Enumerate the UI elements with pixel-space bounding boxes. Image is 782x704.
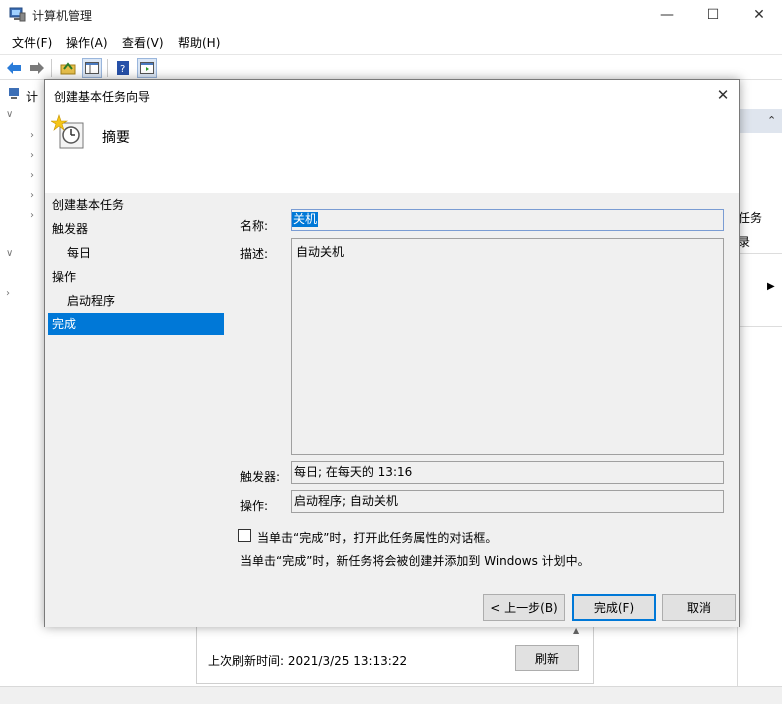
chevron-right-icon[interactable]: › xyxy=(30,210,34,221)
close-button[interactable]: ✕ xyxy=(736,0,782,30)
trigger-field: 每日; 在每天的 13:16 xyxy=(291,461,724,484)
action-field: 启动程序; 自动关机 xyxy=(291,490,724,513)
chevron-down-icon[interactable]: ∨ xyxy=(6,109,13,120)
name-field[interactable]: 关机 xyxy=(291,209,724,231)
create-basic-task-wizard: 创建基本任务向导 ✕ 摘要 创建基本任务 触发器 每日 操作 启动程序 完成 名… xyxy=(44,79,740,627)
title-bar: 计算机管理 — ☐ ✕ xyxy=(0,0,782,30)
toolbar: ? xyxy=(0,54,782,80)
dialog-close-button[interactable]: ✕ xyxy=(707,80,739,110)
console-tree-icon xyxy=(85,62,99,74)
chevron-right-icon[interactable]: › xyxy=(6,288,10,299)
close-icon: ✕ xyxy=(716,86,730,104)
chevron-right-icon[interactable]: › xyxy=(30,190,34,201)
wizard-heading: 摘要 xyxy=(102,130,130,146)
divider xyxy=(738,326,782,327)
step-start-program: 启动程序 xyxy=(67,294,116,308)
folder-up-icon xyxy=(60,62,76,75)
back-button[interactable] xyxy=(4,58,24,78)
help-button[interactable]: ? xyxy=(113,58,133,78)
close-icon: ✕ xyxy=(753,7,765,23)
name-value: 关机 xyxy=(292,212,319,227)
console-tree-pane: 计 ∨ › › › › › ∨ › xyxy=(0,81,45,686)
task-clock-icon xyxy=(51,114,84,149)
step-trigger: 触发器 xyxy=(52,222,89,236)
actions-pane: ⌃ 任务 录 ▶ xyxy=(737,81,782,686)
chevron-right-icon[interactable]: › xyxy=(30,170,34,181)
forward-arrow-icon xyxy=(30,62,44,74)
toolbar-separator xyxy=(107,59,108,77)
chevron-right-icon[interactable]: › xyxy=(30,130,34,141)
menu-bar: 文件(F) 操作(A) 查看(V) 帮助(H) xyxy=(0,31,782,53)
show-tree-button[interactable] xyxy=(82,58,102,78)
chevron-down-icon[interactable]: ∨ xyxy=(6,248,13,259)
chevron-right-icon[interactable]: › xyxy=(30,150,34,161)
tree-root-label[interactable]: 计 xyxy=(26,88,38,105)
minimize-icon: — xyxy=(660,7,674,23)
maximize-icon: ☐ xyxy=(706,7,720,23)
up-level-button[interactable] xyxy=(58,58,78,78)
cancel-button[interactable]: 取消 xyxy=(662,594,736,621)
scroll-up-icon[interactable]: ▲ xyxy=(573,626,585,638)
trigger-label: 触发器: xyxy=(240,470,281,484)
show-action-pane-button[interactable] xyxy=(137,58,157,78)
step-create-basic-task: 创建基本任务 xyxy=(52,198,125,212)
menu-view[interactable]: 查看(V) xyxy=(122,34,164,51)
menu-file[interactable]: 文件(F) xyxy=(12,34,52,51)
step-action: 操作 xyxy=(52,270,77,284)
app-title: 计算机管理 xyxy=(32,9,93,23)
dialog-title-bar: 创建基本任务向导 ✕ xyxy=(45,80,739,110)
status-bar xyxy=(0,686,782,704)
back-arrow-icon xyxy=(7,62,21,74)
action-label: 操作: xyxy=(240,499,269,513)
actions-header: ⌃ xyxy=(738,109,782,133)
menu-action[interactable]: 操作(A) xyxy=(66,34,108,51)
action-item-label[interactable]: 任务 xyxy=(738,209,762,226)
finish-button[interactable]: 完成(F) xyxy=(572,594,656,621)
dialog-title: 创建基本任务向导 xyxy=(54,90,151,104)
svg-text:?: ? xyxy=(120,64,125,75)
open-properties-checkbox[interactable] xyxy=(238,529,251,542)
minimize-button[interactable]: — xyxy=(644,0,690,30)
open-properties-label[interactable]: 当单击“完成”时，打开此任务属性的对话框。 xyxy=(257,529,497,546)
detail-panel: 上次刷新时间: 2021/3/25 13:13:22 刷新 xyxy=(196,626,594,684)
divider xyxy=(738,253,782,254)
menu-help[interactable]: 帮助(H) xyxy=(178,34,220,51)
description-field[interactable]: 自动关机 xyxy=(291,238,724,455)
step-daily: 每日 xyxy=(67,246,92,260)
chevron-up-icon[interactable]: ⌃ xyxy=(767,114,776,127)
wizard-body: 创建基本任务 触发器 每日 操作 启动程序 完成 名称: 关机 描述: 自动关机… xyxy=(45,193,739,627)
name-label: 名称: xyxy=(240,219,269,233)
computer-icon xyxy=(9,88,19,99)
last-refresh-text: 上次刷新时间: 2021/3/25 13:13:22 xyxy=(208,654,408,668)
wizard-steps: 创建基本任务 触发器 每日 操作 启动程序 完成 xyxy=(48,193,224,335)
forward-button[interactable] xyxy=(27,58,47,78)
maximize-button[interactable]: ☐ xyxy=(690,0,736,30)
back-step-button[interactable]: < 上一步(B) xyxy=(483,594,565,621)
computer-management-icon xyxy=(9,7,26,22)
toolbar-separator xyxy=(51,59,52,77)
info-text: 当单击“完成”时，新任务将会被创建并添加到 Windows 计划中。 xyxy=(240,554,590,568)
description-label: 描述: xyxy=(240,247,269,261)
step-finish: 完成 xyxy=(48,313,224,335)
refresh-button[interactable]: 刷新 xyxy=(515,645,579,671)
help-book-icon: ? xyxy=(117,61,129,75)
wizard-header: 摘要 xyxy=(45,110,739,193)
triangle-right-icon[interactable]: ▶ xyxy=(767,281,775,292)
action-pane-icon xyxy=(140,62,154,74)
